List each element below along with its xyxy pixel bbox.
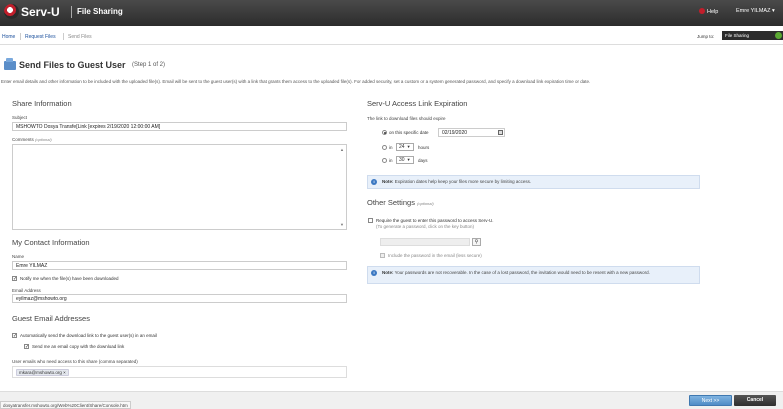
key-icon: ⚲ [474,239,479,245]
note-bold: Note: [382,179,394,184]
page-title: Send Files to Guest User [19,60,126,70]
other-settings-heading: Other Settings (optional) [367,198,434,207]
nav-separator [20,33,21,40]
share-info-heading: Share Information [12,99,72,108]
in-days-radio[interactable] [382,158,387,163]
status-url: dosyatransfer.mshowto.org/Web%20Client/S… [0,401,131,409]
on-date-label: on this specific date [389,130,429,135]
jump-to-label: Jump to: [697,34,715,39]
page-description: Enter email details and other informatio… [1,79,591,84]
generate-key-button[interactable]: ⚲ [472,238,481,246]
help-label: Help [707,9,719,15]
info-icon: i [371,270,377,276]
notify-label: Notify me when the file(s) have been dow… [20,276,119,281]
expiration-heading: Serv-U Access Link Expiration [367,99,468,108]
name-input[interactable]: Emre YILMAZ [12,261,347,270]
subject-input[interactable]: MSHOWTO Dosya Transfe[Link [expires 2/19… [12,122,347,131]
scroll-down-icon[interactable]: ▼ [340,222,344,227]
note-bold: Note: [382,270,394,275]
email-copy-checkbox[interactable]: ✓ [24,344,29,350]
require-password-hint: (To generate a password, click on the ke… [376,224,475,229]
password-note: i Note: Your passwords are not recoverab… [367,266,700,284]
require-password-checkbox[interactable] [368,218,373,223]
contact-info-heading: My Contact Information [12,238,90,247]
servu-logo-icon [4,4,19,19]
include-password-label: Include the password in the email (less … [388,253,482,258]
go-icon[interactable] [775,32,782,39]
email-label: Email Address [12,288,41,293]
send-files-icon [4,58,16,70]
email-copy-label: Send me an email copy with the download … [32,344,125,349]
nav-request-files[interactable]: Request Files [25,34,56,40]
hours-value: 24 [399,144,405,150]
name-label: Name [12,254,25,259]
email-tag[interactable]: mkara@mshowto.org × [16,369,69,376]
in-hours-label: in [389,145,393,150]
on-date-radio[interactable] [382,130,387,135]
info-icon: i [371,179,377,185]
subject-label: Subject [12,115,28,120]
cancel-button[interactable]: Cancel [734,395,776,406]
days-value: 30 [399,157,405,163]
app-title: File Sharing [77,7,123,16]
chevron-down-icon: ▼ [406,157,411,162]
comments-textarea[interactable]: ▲ ▼ [12,144,347,230]
help-icon [699,8,705,14]
chevron-down-icon: ▼ [406,144,411,149]
include-password-checkbox[interactable] [380,253,385,258]
auto-send-checkbox[interactable]: ✓ [12,333,17,339]
nav-bar: Home Request Files Send Files Jump to: F… [0,28,783,45]
nav-separator [63,33,64,40]
scroll-up-icon[interactable]: ▲ [340,147,344,152]
in-hours-radio[interactable] [382,145,387,150]
email-input[interactable]: eyilmaz@mshowto.org [12,294,347,303]
date-value: 02/19/2020 [442,130,468,136]
user-menu[interactable]: Emre YILMAZ ▾ [736,8,775,14]
page-step: (Step 1 of 2) [132,62,166,68]
help-link[interactable]: Help [699,8,718,15]
nav-send-files[interactable]: Send Files [68,34,92,40]
note-text: Your passwords are not recoverable. In t… [394,270,650,275]
guest-emails-input[interactable]: mkara@mshowto.org × [12,366,347,378]
calendar-icon[interactable] [498,130,503,135]
jump-to-select[interactable]: File Sharing [722,31,783,40]
logo-text: Serv-U [21,5,60,19]
hours-unit: hours [418,145,430,150]
nav-home[interactable]: Home [2,34,15,40]
hours-select[interactable]: 24 ▼ [396,143,414,151]
notify-checkbox[interactable]: ✓ [12,276,17,282]
next-button[interactable]: Next >> [689,395,732,406]
guest-emails-heading: Guest Email Addresses [12,314,90,323]
days-unit: days [418,158,428,163]
top-bar: Serv-U File Sharing Help Emre YILMAZ ▾ [0,0,783,26]
auto-send-label: Automatically send the download link to … [20,333,157,338]
expiration-intro: The link to download files should expire [367,116,446,121]
in-days-label: in [389,158,393,163]
expiration-note: i Note: Expiration dates help keep your … [367,175,700,189]
top-divider [71,6,72,18]
guest-emails-label: User emails who need access to this shar… [12,359,138,364]
days-select[interactable]: 30 ▼ [396,156,414,164]
require-password-label: Require the guest to enter this password… [376,218,494,223]
comments-label: Comments (optional) [12,137,52,142]
date-input[interactable]: 02/19/2020 [438,128,505,137]
password-input[interactable] [380,238,470,246]
note-text: Expiration dates help keep your files mo… [394,179,532,184]
jump-to-value: File Sharing [725,33,750,38]
